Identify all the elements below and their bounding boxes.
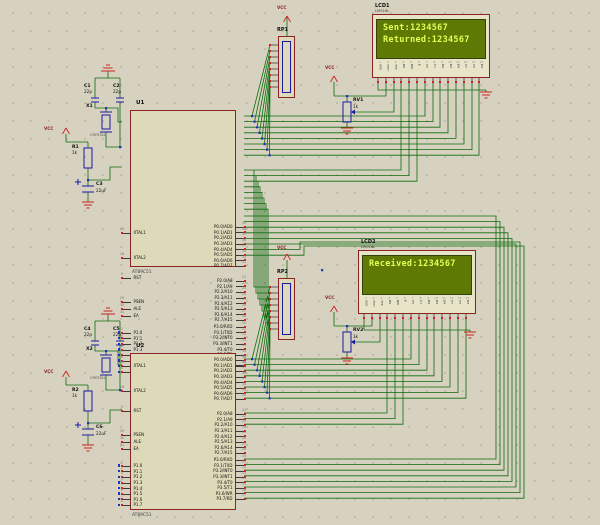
lcd1-module[interactable]: LCD1 LM016L Sent:1234567 Returned:123456… [372,3,490,78]
lcd1-part: LM016L [375,8,390,13]
rv1-value: 1k [353,104,359,109]
lcd-pin[interactable]: 6E [401,296,409,307]
u2-port0-pin[interactable]: 32 P0.7/AD7 [131,393,246,402]
u1-ref: U1 [136,100,145,106]
pin-stub [122,504,131,506]
u1-port2-pins: 21 P2.0/A8 22 P2.1/A9 23 P2.2/A10 24 P2.3/A11 25… [131,275,247,323]
lcd-pin[interactable]: 7 D0 [409,296,417,307]
rp2-resistor-elements [282,283,291,335]
u2-part: AT89C51 [132,513,152,518]
vcc-label-r2: VCC [44,369,54,374]
lcd-pin[interactable]: 3 VEE [392,60,400,71]
lcd-pin[interactable]: 2 VDD [384,60,392,71]
lcd1-screen: Sent:1234567 Returned:1234567 [376,19,486,59]
lcd-pin[interactable]: 4 RS [385,296,393,307]
c6-value: 22uF [96,431,107,436]
vcc-label-rp2: VCC [277,245,287,250]
vcc-label-rp1: VCC [277,5,287,10]
u2-port3-pin[interactable]: 17 P3.7/RD [131,493,247,502]
pin-stub [122,390,131,392]
lcd-pin[interactable]: 14 D7 [463,296,471,307]
r2-value: 1k [72,393,78,398]
wire-layer [62,15,525,499]
lcd-pin[interactable]: 11 D4 [454,60,462,71]
lcd-pin[interactable]: 8 D1 [417,296,425,307]
lcd-pin[interactable]: 2 VDD [370,296,378,307]
rp1-ref: RP1 [277,27,288,33]
lcd-pin[interactable]: 4 RS [399,60,407,71]
lcd2-pins: 1 VSS 2 VDD 3 VEE 4 RS 5 RW 6 E 7 D0 8 D1 9 D2 10 D3 11 D4 12 D… [362,296,471,307]
rp1-respack[interactable]: RP1 [277,27,295,98]
pin-stub [122,232,131,234]
u2-port3-pins: 10 P3.0/RXD 11 P3.1/TXD 12 P3.2/INT0 13 P3.3/IN… [131,454,247,502]
lcd-pin[interactable]: 14 D7 [477,60,485,71]
lcd-pin[interactable]: 7 D0 [423,60,431,71]
vcc-label-rv2: VCC [325,295,335,300]
lcd-pin[interactable]: 9 D2 [424,296,432,307]
c3-ref: C3 [96,182,103,187]
pin-stub [122,365,131,367]
lcd-pin[interactable]: 5 RW [393,296,401,307]
x2-ref: X2 [86,347,93,352]
x2-part: CRYSTAL [90,376,106,380]
lcd-pin[interactable]: 1 VSS [362,296,370,307]
lcd-pin[interactable]: 6E [415,60,423,71]
lcd-pin[interactable]: 10 D3 [432,296,440,307]
c4-value: 22p [84,332,92,337]
u1-port2-pin[interactable]: 28 P2.7/A15 [131,314,247,323]
pin-stub [235,265,244,267]
vcc-label-r1: VCC [44,126,54,131]
lcd-pin[interactable]: 13 D6 [456,296,464,307]
u2-port2-pins: 21 P2.0/A8 22 P2.1/A9 23 P2.2/A10 24 P2.3/A11 25… [131,408,247,456]
lcd-pin[interactable]: 5 RW [407,60,415,71]
lcd1-line2: Returned:1234567 [383,35,470,45]
u2-ref: U2 [136,343,145,349]
lcd2-line1: Received:1234567 [369,259,456,269]
lcd-pin[interactable]: 12 D5 [462,60,470,71]
x1-part: CRYSTAL [90,133,106,137]
pin-stub [122,410,131,412]
rv2-ref: RV2 [353,328,364,333]
rv1-ref: RV1 [353,98,364,103]
lcd2-module[interactable]: LCD2 LM016L Received:1234567 1 VSS 2 VDD 3 VE… [358,239,476,314]
vcc-label-rv1: VCC [325,65,335,70]
c3-value: 22uF [96,188,107,193]
lcd-pin[interactable]: 1 VSS [376,60,384,71]
lcd1-pins: 1 VSS 2 VDD 3 VEE 4 RS 5 RW 6 E 7 D0 8 D1 9 D2 10 D3 11 D4 12 D… [376,60,485,71]
u2-port2-pin[interactable]: 28 P2.7/A15 [131,447,247,456]
lcd-pin[interactable]: 3 VEE [378,296,386,307]
u1-mcu-at89c51[interactable]: U1 AT89C51 19 XTAL1 18 XTAL2 9 RST 29 PSEN 3… [117,100,246,374]
pin-stub [122,448,131,450]
schematic-canvas[interactable]: VCC VCC VCC VCC VCC VCC C1 22p C2 22p X1… [0,0,600,525]
lcd-pin[interactable]: 13 D6 [470,60,478,71]
lcd-pin[interactable]: 12 D5 [448,296,456,307]
pin-stub [122,277,131,279]
lcd-pin[interactable]: 11 D4 [440,296,448,307]
rv2-value: 1k [353,334,359,339]
lcd-pin[interactable]: 9 D2 [438,60,446,71]
lcd2-screen: Received:1234567 [362,255,472,295]
u1-port0-pins: 39 P0.0/AD0 38 P0.1/AD1 37 P0.2/AD2 36 P0.3/AD3… [131,221,246,269]
lcd2-part: LM016L [361,244,376,249]
lcd1-line1: Sent:1234567 [383,23,449,33]
u2-port0-pins: 39 P0.0/AD0 38 P0.1/AD1 37 P0.2/AD2 36 P0.3/AD3… [131,354,246,402]
x1-ref: X1 [86,104,93,109]
c1-value: 22p [84,89,92,94]
pin-stub [235,498,244,500]
rp2-respack[interactable]: RP2 [277,269,295,340]
rp2-ref: RP2 [277,269,288,275]
u1-port0-pin[interactable]: 32 P0.7/AD7 [131,260,246,269]
lcd-pin[interactable]: 8 D1 [431,60,439,71]
c6-ref: C6 [96,425,103,430]
pin-stub [122,315,131,317]
rp1-resistor-elements [282,41,291,93]
u2-port1-pin[interactable]: 8 P1.7 [117,499,235,508]
pin-stub [235,398,244,400]
lcd-pin[interactable]: 10 D3 [446,60,454,71]
u2-mcu-at89c51[interactable]: U2 AT89C51 19 XTAL1 18 XTAL2 9 RST 29 PSEN 3… [117,343,247,518]
pin-stub [122,257,131,259]
c2-value: 22p [113,89,121,94]
r1-value: 1k [72,150,78,155]
